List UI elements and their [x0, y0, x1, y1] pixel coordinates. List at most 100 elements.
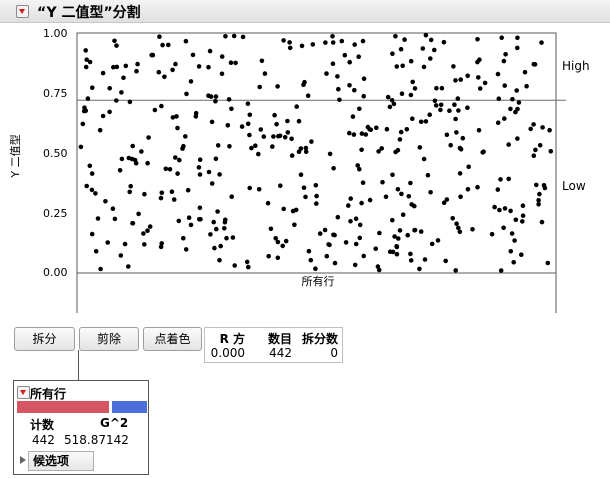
data-point[interactable]: [130, 143, 135, 149]
data-point[interactable]: [145, 160, 150, 166]
data-point[interactable]: [343, 240, 349, 245]
data-point[interactable]: [390, 217, 395, 223]
data-point[interactable]: [174, 114, 179, 119]
data-point[interactable]: [465, 105, 470, 110]
data-point[interactable]: [335, 214, 341, 220]
data-point[interactable]: [528, 126, 533, 132]
data-point[interactable]: [207, 48, 213, 54]
data-point[interactable]: [232, 263, 237, 268]
data-point[interactable]: [357, 166, 362, 172]
data-point[interactable]: [531, 122, 536, 127]
data-point[interactable]: [292, 222, 297, 228]
data-point[interactable]: [502, 206, 508, 211]
data-point[interactable]: [393, 149, 398, 155]
data-point[interactable]: [495, 71, 501, 77]
data-point[interactable]: [89, 231, 95, 237]
data-point[interactable]: [475, 184, 480, 190]
data-point[interactable]: [357, 235, 363, 241]
data-point[interactable]: [298, 172, 304, 177]
data-point[interactable]: [441, 39, 447, 45]
data-point[interactable]: [536, 202, 541, 207]
data-point[interactable]: [262, 71, 268, 76]
data-point[interactable]: [547, 127, 552, 133]
data-point[interactable]: [539, 40, 544, 45]
data-point[interactable]: [402, 37, 407, 42]
prune-button[interactable]: 剪除: [79, 327, 139, 351]
data-point[interactable]: [360, 180, 366, 185]
data-point[interactable]: [496, 96, 502, 101]
data-point[interactable]: [275, 255, 281, 261]
data-point[interactable]: [515, 136, 520, 141]
data-point[interactable]: [323, 40, 328, 45]
data-point[interactable]: [197, 205, 203, 211]
data-point[interactable]: [353, 216, 359, 221]
data-point[interactable]: [176, 218, 182, 224]
data-point[interactable]: [314, 201, 319, 206]
data-point[interactable]: [397, 228, 403, 233]
data-point[interactable]: [432, 47, 437, 53]
data-point[interactable]: [421, 64, 427, 70]
data-point[interactable]: [222, 226, 227, 231]
data-point[interactable]: [317, 231, 323, 236]
data-point[interactable]: [360, 38, 366, 44]
data-point[interactable]: [336, 86, 341, 92]
data-point[interactable]: [502, 116, 507, 121]
data-point[interactable]: [357, 106, 362, 112]
data-point[interactable]: [475, 59, 480, 65]
data-point[interactable]: [400, 63, 406, 69]
data-point[interactable]: [450, 216, 456, 221]
data-point[interactable]: [379, 146, 385, 151]
data-point[interactable]: [508, 208, 513, 214]
data-point[interactable]: [110, 206, 116, 211]
data-point[interactable]: [476, 75, 481, 80]
data-point[interactable]: [350, 114, 356, 119]
data-point[interactable]: [417, 145, 423, 150]
data-point[interactable]: [119, 156, 125, 162]
data-point[interactable]: [394, 244, 400, 250]
data-point[interactable]: [339, 38, 345, 44]
data-point[interactable]: [98, 266, 103, 272]
data-point[interactable]: [470, 227, 475, 232]
data-point[interactable]: [394, 64, 400, 69]
data-point[interactable]: [289, 136, 294, 142]
data-point[interactable]: [482, 80, 488, 86]
data-point[interactable]: [112, 38, 117, 44]
data-point[interactable]: [126, 155, 132, 161]
data-point[interactable]: [289, 153, 295, 158]
data-point[interactable]: [432, 98, 438, 104]
data-point[interactable]: [193, 114, 199, 119]
data-point[interactable]: [433, 103, 439, 108]
partition-plot[interactable]: [0, 0, 610, 320]
data-point[interactable]: [515, 35, 520, 41]
data-point[interactable]: [275, 84, 280, 89]
data-point[interactable]: [190, 52, 196, 58]
data-point[interactable]: [393, 34, 398, 39]
data-point[interactable]: [454, 221, 459, 226]
data-point[interactable]: [537, 191, 542, 197]
data-point[interactable]: [444, 197, 450, 202]
data-point[interactable]: [127, 189, 132, 195]
data-point[interactable]: [324, 71, 329, 76]
data-point[interactable]: [225, 123, 231, 128]
data-point[interactable]: [374, 125, 379, 131]
data-point[interactable]: [390, 51, 395, 56]
data-point[interactable]: [513, 109, 518, 115]
data-point[interactable]: [498, 177, 503, 182]
data-point[interactable]: [363, 132, 369, 137]
data-point[interactable]: [412, 227, 418, 233]
data-point[interactable]: [516, 100, 522, 105]
data-point[interactable]: [497, 207, 502, 213]
data-point[interactable]: [460, 135, 466, 141]
data-point[interactable]: [359, 131, 365, 136]
data-point[interactable]: [439, 85, 445, 91]
data-point[interactable]: [324, 253, 330, 259]
data-point[interactable]: [306, 248, 312, 254]
data-point[interactable]: [423, 32, 429, 38]
data-point[interactable]: [197, 172, 203, 177]
data-point[interactable]: [509, 231, 515, 236]
data-point[interactable]: [536, 198, 541, 203]
data-point[interactable]: [520, 219, 525, 224]
data-point[interactable]: [214, 226, 219, 232]
data-point[interactable]: [346, 203, 351, 208]
data-point[interactable]: [219, 54, 225, 59]
